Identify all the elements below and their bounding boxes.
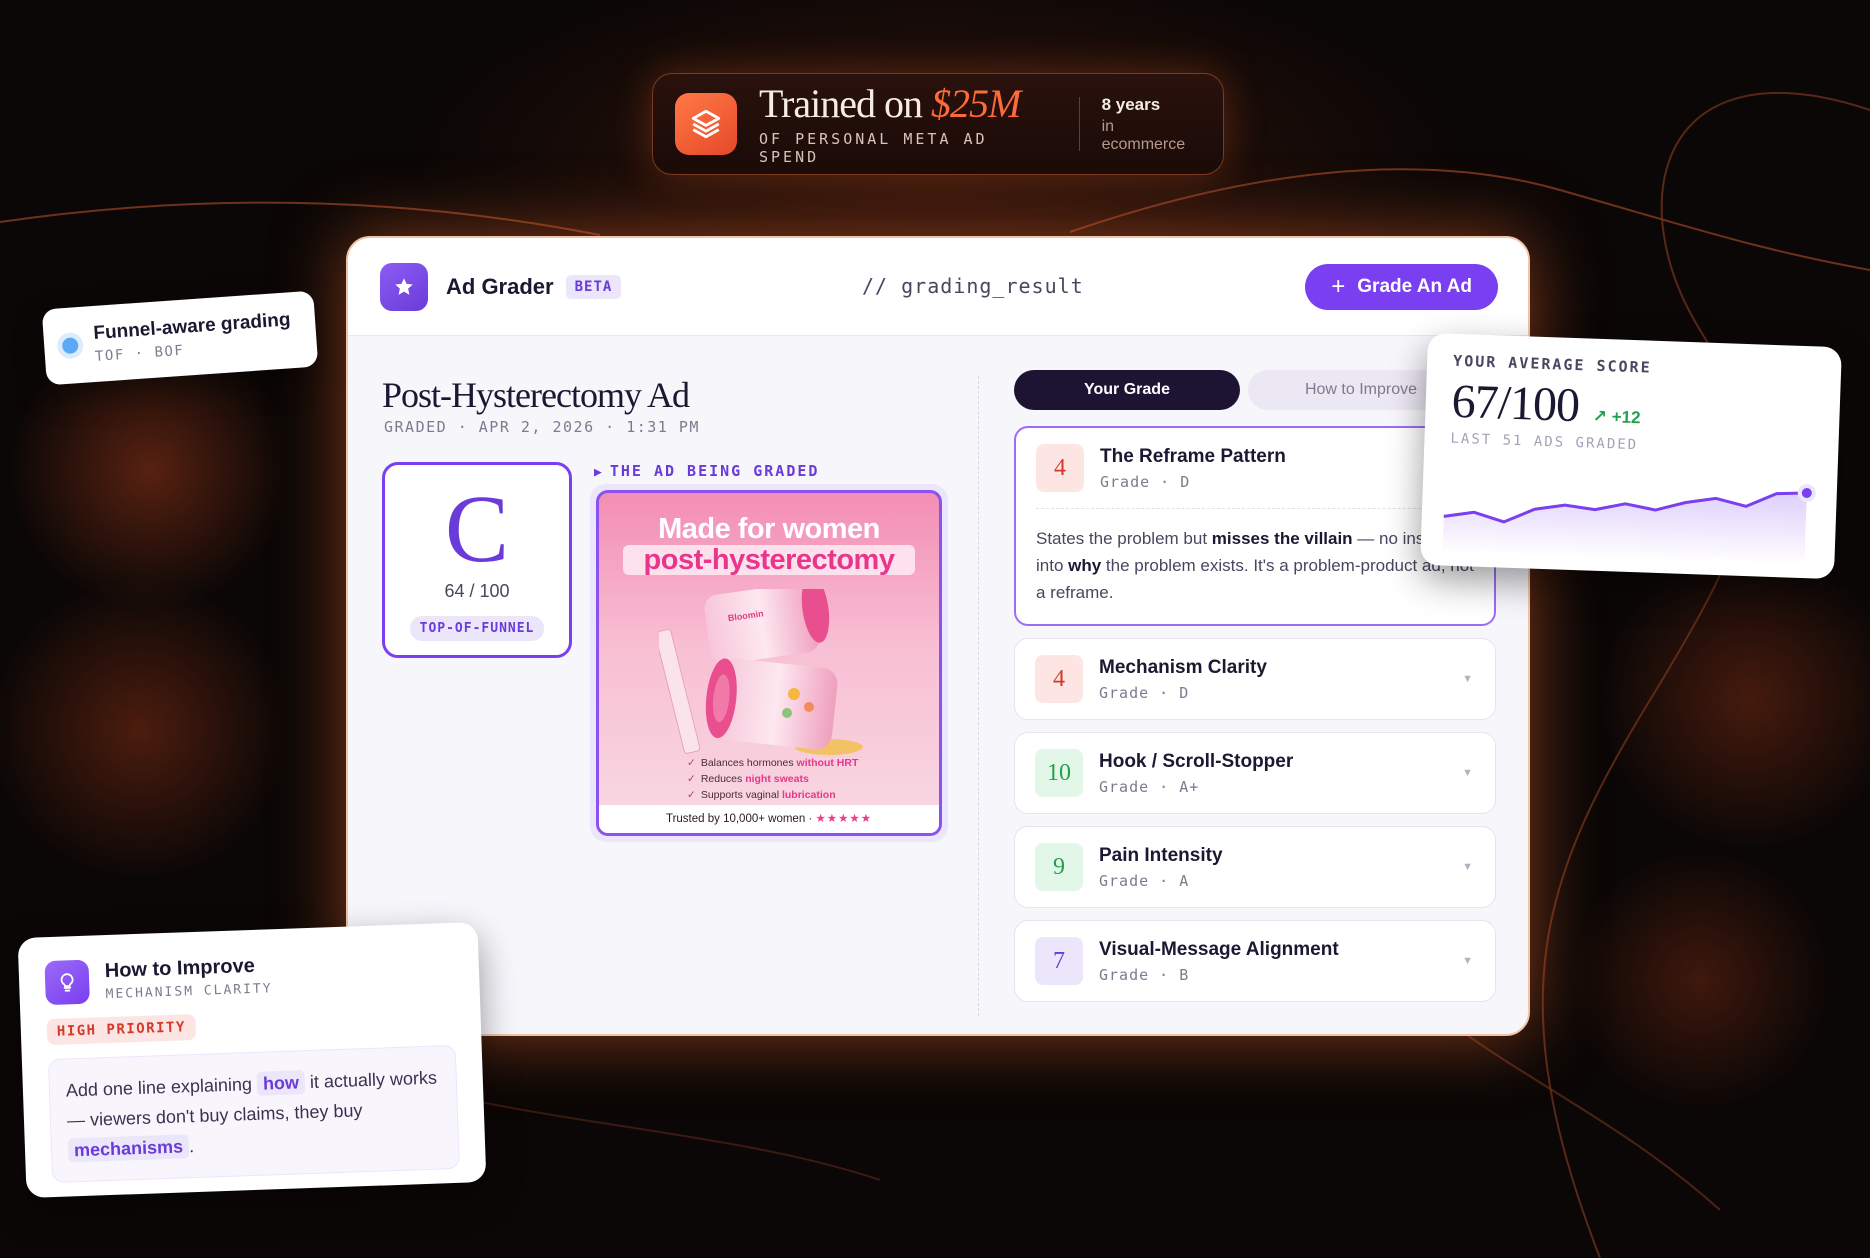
- keyword-how: how: [256, 1070, 306, 1096]
- criterion-mechanism-clarity[interactable]: 4 Mechanism Clarity Grade · D ▼: [1014, 638, 1496, 720]
- ad-image-frame: Made for women post-hysterectomy Bloomin: [590, 484, 948, 842]
- criterion-name: Hook / Scroll-Stopper: [1099, 750, 1294, 772]
- app-title: Ad Grader: [446, 273, 554, 299]
- graded-meta: GRADED · APR 2, 2026 · 1:31 PM: [384, 418, 700, 436]
- trained-years: 8 years: [1101, 94, 1161, 114]
- tab-your-grade[interactable]: Your Grade: [1014, 370, 1240, 410]
- average-score-card: YOUR AVERAGE SCORE 67/100 ↗ +12 LAST 51 …: [1420, 332, 1842, 580]
- grade-letter: C: [444, 475, 510, 582]
- criterion-name: Pain Intensity: [1099, 844, 1223, 866]
- chevron-down-icon[interactable]: ▼: [1462, 955, 1473, 967]
- product-canisters-image: Bloomin: [659, 589, 863, 755]
- how-to-improve-card: How to Improve MECHANISM CLARITY HIGH PR…: [17, 922, 487, 1198]
- improve-suggestion: Add one line explaining how it actually …: [47, 1044, 460, 1184]
- criterion-score: 9: [1035, 843, 1083, 891]
- ad-grader-window: Ad Grader BETA // grading_result + Grade …: [346, 236, 1530, 1036]
- ad-headline-1: Made for women: [658, 513, 880, 545]
- criterion-score: 10: [1035, 749, 1083, 797]
- criterion-name: The Reframe Pattern: [1100, 445, 1286, 467]
- chevron-down-icon[interactable]: ▼: [1462, 767, 1473, 779]
- grade-score: 64 / 100: [444, 581, 510, 601]
- trained-amount: $25M: [930, 81, 1021, 126]
- criterion-hook-scroll-stopper[interactable]: 10 Hook / Scroll-Stopper Grade · A+ ▼: [1014, 732, 1496, 814]
- overall-grade-card: C 64 / 100 TOP-OF-FUNNEL: [382, 462, 572, 658]
- header-code-label: // grading_result: [862, 274, 1084, 298]
- app-header: Ad Grader BETA // grading_result + Grade …: [348, 238, 1528, 336]
- rating-stars: ★★★★★: [815, 813, 873, 825]
- criterion-score: 4: [1036, 444, 1084, 492]
- criterion-score: 4: [1035, 655, 1083, 703]
- trained-subtitle: OF PERSONAL META AD SPEND: [759, 130, 988, 166]
- criterion-grade: Grade · B: [1099, 965, 1190, 984]
- trained-title: Trained on $25M: [759, 81, 1021, 126]
- improve-sub: MECHANISM CLARITY: [105, 981, 273, 1003]
- ad-creative-image[interactable]: Made for women post-hysterectomy Bloomin: [596, 490, 942, 836]
- priority-badge: HIGH PRIORITY: [46, 1013, 197, 1046]
- plus-icon: +: [1331, 272, 1346, 300]
- criterion-grade: Grade · D: [1099, 683, 1190, 702]
- triangle-right-icon: ▶: [594, 465, 604, 480]
- dot-icon: [61, 337, 79, 355]
- grade-an-ad-button[interactable]: + Grade An Ad: [1305, 263, 1498, 310]
- ad-image-label: ▶ THE AD BEING GRADED: [594, 462, 820, 480]
- score-trend-chart: [1442, 484, 1816, 567]
- criterion-grade: Grade · A+: [1099, 777, 1200, 796]
- keyword-mechanisms: mechanisms: [67, 1134, 190, 1163]
- criterion-visual-message-alignment[interactable]: 7 Visual-Message Alignment Grade · B ▼: [1014, 920, 1496, 1002]
- chevron-down-icon[interactable]: ▼: [1462, 861, 1473, 873]
- lightbulb-icon: [44, 959, 90, 1006]
- chevron-down-icon[interactable]: ▼: [1462, 673, 1473, 685]
- trained-years-sub: in ecommerce: [1101, 117, 1186, 153]
- criterion-pain-intensity[interactable]: 9 Pain Intensity Grade · A ▼: [1014, 826, 1496, 908]
- trained-badge: Trained on $25M OF PERSONAL META AD SPEN…: [652, 73, 1224, 175]
- score-value: 67/100: [1450, 374, 1580, 433]
- layers-icon: [675, 93, 737, 155]
- grade-tabs: Your Grade How to Improve: [1014, 370, 1474, 410]
- funnel-stage-badge: TOP-OF-FUNNEL: [409, 616, 545, 641]
- criterion-grade: Grade · D: [1100, 472, 1191, 491]
- score-delta: ↗ +12: [1592, 406, 1641, 428]
- trained-divider: [1078, 97, 1080, 151]
- criterion-grade: Grade · A: [1099, 871, 1190, 890]
- improve-title: How to Improve: [104, 954, 256, 983]
- criterion-name: Visual-Message Alignment: [1099, 938, 1339, 960]
- star-icon: [380, 262, 428, 311]
- ad-title: Post-Hysterectomy Ad: [382, 375, 690, 415]
- column-divider: [978, 376, 979, 1016]
- criterion-score: 7: [1035, 937, 1083, 985]
- ad-headline-2: post-hysterectomy: [623, 545, 915, 575]
- ad-footer: Trusted by 10,000+ women · ★★★★★: [599, 805, 939, 833]
- beta-badge: BETA: [565, 274, 622, 299]
- trend-area: [1442, 493, 1807, 567]
- criterion-name: Mechanism Clarity: [1099, 656, 1267, 678]
- criterion-description: States the problem but misses the villai…: [1036, 508, 1476, 606]
- ad-bullets: ✓ Balances hormones without HRT ✓ Reduces …: [687, 757, 859, 801]
